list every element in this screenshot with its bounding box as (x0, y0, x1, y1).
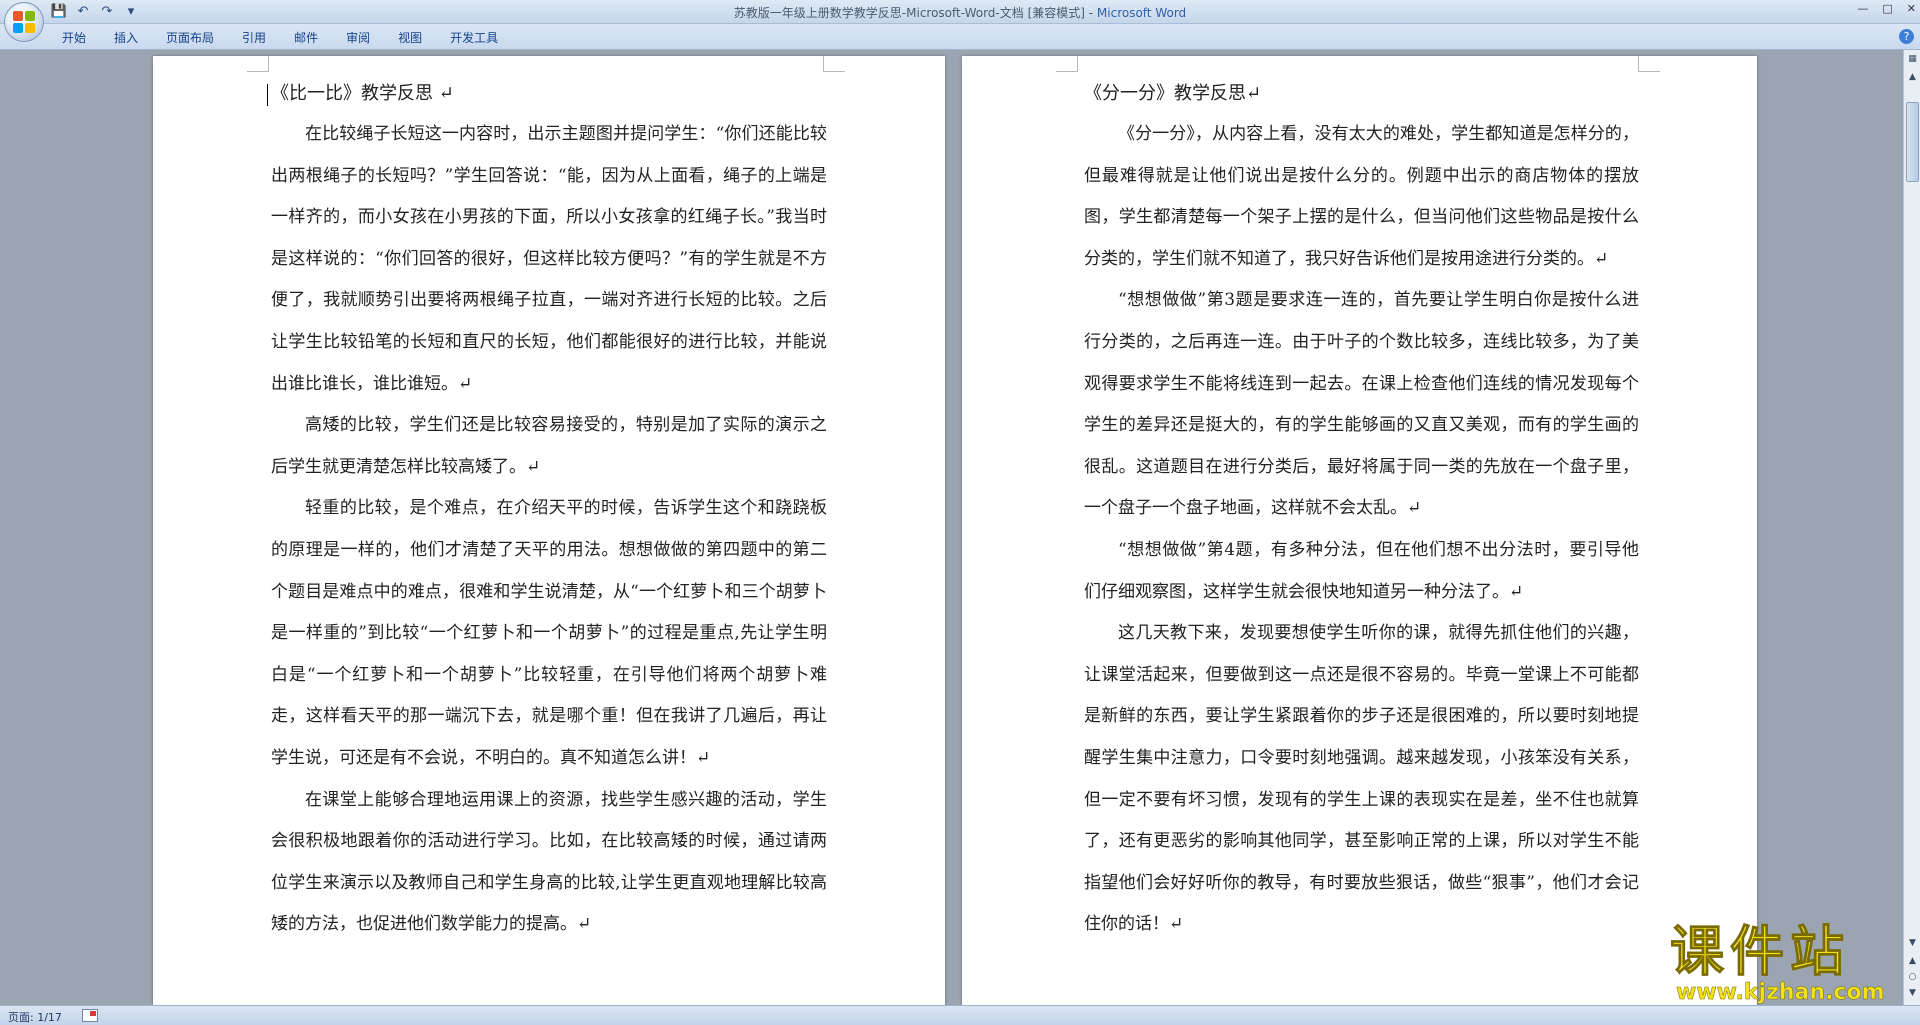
close-icon[interactable]: ✕ (1907, 2, 1916, 15)
window-controls: — □ ✕ (1857, 2, 1916, 15)
title-bar: 💾 ↶ ↷ ▾ 苏教版一年级上册数学教学反思-Microsoft-Word-文档… (0, 0, 1920, 24)
ribbon-tab[interactable]: 开始 (48, 29, 100, 47)
paragraph: 轻重的比较，是个难点，在介绍天平的时候，告诉学生这个和跷跷板的原理是一样的，他们… (271, 498, 827, 768)
page-left[interactable]: 《比一比》教学反思 ↵ 在比较绳子长短这一内容时，出示主题图并提问学生：“你们还… (153, 56, 945, 1005)
ribbon-tab[interactable]: 插入 (100, 29, 152, 47)
crop-mark (247, 56, 269, 72)
ribbon: 开始 插入 页面布局 引用 邮件 审阅 视图 开发工具 ? (0, 24, 1920, 50)
ribbon-tab[interactable]: 审阅 (332, 29, 384, 47)
document-area[interactable]: 《比一比》教学反思 ↵ 在比较绳子长短这一内容时，出示主题图并提问学生：“你们还… (0, 50, 1903, 1005)
window-title: 苏教版一年级上册数学教学反思-Microsoft-Word-文档 [兼容模式] … (0, 4, 1920, 21)
paragraph: “想想做做”第4题，有多种分法，但在他们想不出分法时，要引导他们仔细观察图，这样… (1084, 539, 1639, 602)
crop-mark (1638, 56, 1660, 72)
vertical-scrollbar[interactable]: ▦ ▲ ▼ ▲ ○ ▼ (1903, 50, 1920, 1005)
page-count[interactable]: 页面: 1/17 (8, 1009, 62, 1025)
ribbon-tab[interactable]: 开发工具 (436, 29, 512, 47)
page-content-right[interactable]: 《分一分》教学反思↵ 《分一分》，从内容上看，没有太大的难处，学生都知道是怎样分… (1084, 74, 1639, 946)
office-button[interactable] (4, 2, 44, 42)
ribbon-tab[interactable]: 引用 (228, 29, 280, 47)
status-bar: 页面: 1/17 (0, 1005, 1920, 1025)
scroll-up-icon[interactable]: ▲ (1905, 70, 1920, 85)
ribbon-tab[interactable]: 邮件 (280, 29, 332, 47)
ribbon-tabs: 开始 插入 页面布局 引用 邮件 审阅 视图 开发工具 (48, 29, 512, 47)
maximize-icon[interactable]: □ (1882, 2, 1892, 15)
select-browse-object-icon[interactable]: ○ (1905, 970, 1920, 985)
office-logo-icon (13, 11, 35, 33)
paragraph: 高矮的比较，学生们还是比较容易接受的，特别是加了实际的演示之后学生就更清楚怎样比… (271, 415, 827, 477)
left-paragraphs: 在比较绳子长短这一内容时，出示主题图并提问学生：“你们还能比较出两根绳子的长短吗… (271, 114, 827, 946)
ruler-toggle-icon[interactable]: ▦ (1905, 52, 1920, 67)
paragraph: 这几天教下来，发现要想使学生听你的课，就得先抓住他们的兴趣，让课堂活起来，但要做… (1084, 623, 1639, 935)
app-name: Microsoft Word (1096, 6, 1187, 20)
paragraph: “想想做做”第3题是要求连一连的，首先要让学生明白你是按什么进行分类的，之后再连… (1084, 290, 1639, 519)
paragraph: 在课堂上能够合理地运用课上的资源，找些学生感兴趣的活动，学生会很积极地跟着你的活… (271, 789, 827, 935)
help-icon[interactable]: ? (1899, 29, 1914, 44)
left-page-title: 《比一比》教学反思 ↵ (271, 83, 454, 104)
watermark: 课件站 www.kjzhan.com (1670, 920, 1902, 1007)
text-cursor (267, 84, 268, 106)
right-paragraphs: 《分一分》，从内容上看，没有太大的难处，学生都知道是怎样分的，但最难得就是让他们… (1084, 114, 1639, 946)
right-page-title: 《分一分》教学反思↵ (1084, 83, 1262, 104)
crop-mark (823, 56, 845, 72)
proofing-status-icon[interactable] (82, 1009, 98, 1022)
page-right[interactable]: 《分一分》教学反思↵ 《分一分》，从内容上看，没有太大的难处，学生都知道是怎样分… (962, 56, 1757, 1005)
crop-mark (1056, 56, 1078, 72)
watermark-text: 课件站 (1670, 920, 1850, 983)
minimize-icon[interactable]: — (1857, 2, 1868, 15)
scrollbar-thumb[interactable] (1906, 102, 1919, 182)
ribbon-tab[interactable]: 页面布局 (152, 29, 228, 47)
ribbon-tab[interactable]: 视图 (384, 29, 436, 47)
watermark-url: www.kjzhan.com (1676, 980, 1885, 1005)
document-title: 苏教版一年级上册数学教学反思-Microsoft-Word-文档 [兼容模式] … (733, 6, 1097, 20)
previous-page-icon[interactable]: ▲ (1905, 954, 1920, 969)
paragraph: 在比较绳子长短这一内容时，出示主题图并提问学生：“你们还能比较出两根绳子的长短吗… (271, 124, 827, 394)
scroll-down-icon[interactable]: ▼ (1905, 936, 1920, 951)
page-content-left[interactable]: 《比一比》教学反思 ↵ 在比较绳子长短这一内容时，出示主题图并提问学生：“你们还… (267, 74, 827, 946)
next-page-icon[interactable]: ▼ (1905, 986, 1920, 1001)
paragraph: 《分一分》，从内容上看，没有太大的难处，学生都知道是怎样分的，但最难得就是让他们… (1084, 124, 1639, 269)
